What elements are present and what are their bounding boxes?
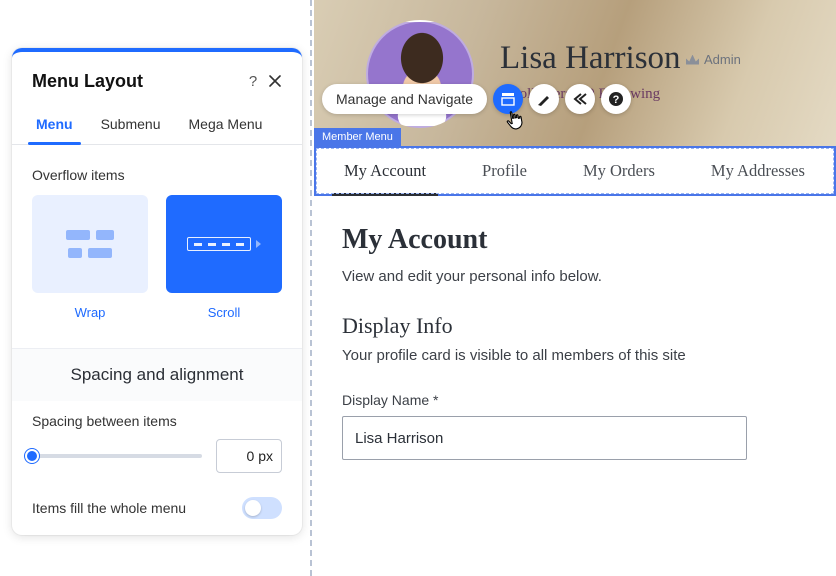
mtab-my-addresses[interactable]: My Addresses xyxy=(683,148,833,194)
section-heading: Display Info xyxy=(342,313,808,339)
page-title: My Account xyxy=(342,224,808,256)
overflow-option-wrap[interactable] xyxy=(32,195,148,293)
account-content: My Account View and edit your personal i… xyxy=(314,196,836,576)
menu-layout-panel: Menu Layout ? Menu Submenu Mega Menu Ove… xyxy=(12,48,302,535)
crown-icon xyxy=(686,55,699,65)
member-menu-tabs[interactable]: My Account Profile My Orders My Addresse… xyxy=(314,146,836,196)
mtab-my-account[interactable]: My Account xyxy=(316,148,454,194)
mtab-profile[interactable]: Profile xyxy=(454,148,555,194)
design-icon[interactable] xyxy=(529,84,559,114)
cursor-icon xyxy=(504,109,526,136)
mtab-my-orders[interactable]: My Orders xyxy=(555,148,683,194)
tab-mega-menu[interactable]: Mega Menu xyxy=(175,106,277,144)
spacing-heading: Spacing and alignment xyxy=(12,348,302,401)
help-icon[interactable]: ? xyxy=(242,73,264,90)
help-round-icon[interactable]: ? xyxy=(601,84,631,114)
spacing-slider[interactable] xyxy=(32,454,202,458)
fill-label: Items fill the whole menu xyxy=(32,500,186,516)
panel-tabs: Menu Submenu Mega Menu xyxy=(12,106,302,145)
spacing-label: Spacing between items xyxy=(32,413,282,429)
overflow-option-scroll-label: Scroll xyxy=(166,305,282,320)
section-sub: Your profile card is visible to all memb… xyxy=(342,347,808,364)
profile-hero: Lisa Harrison Admin 0 Followers 0 Follow… xyxy=(314,0,836,148)
slider-knob[interactable] xyxy=(25,449,39,463)
user-name: Lisa Harrison xyxy=(500,40,681,77)
display-name-label: Display Name * xyxy=(342,392,808,408)
close-icon[interactable] xyxy=(264,70,286,92)
display-name-input[interactable] xyxy=(342,416,747,460)
overflow-label: Overflow items xyxy=(12,145,302,195)
toggle-knob xyxy=(245,500,261,516)
role-badge: Admin xyxy=(686,52,741,67)
tab-submenu[interactable]: Submenu xyxy=(87,106,175,144)
page-intro: View and edit your personal info below. xyxy=(342,268,808,285)
fill-toggle[interactable] xyxy=(242,497,282,519)
toolbar-label[interactable]: Manage and Navigate xyxy=(322,84,487,114)
element-toolbar: Manage and Navigate ? xyxy=(322,84,631,114)
svg-text:?: ? xyxy=(613,94,620,106)
overflow-option-wrap-label: Wrap xyxy=(32,305,148,320)
tab-menu[interactable]: Menu xyxy=(22,106,87,144)
spacing-input[interactable]: 0 px xyxy=(216,439,282,473)
chevron-right-icon xyxy=(256,240,261,248)
panel-title: Menu Layout xyxy=(32,71,242,92)
member-menu-chip: Member Menu xyxy=(314,128,401,146)
panel-preview-divider xyxy=(310,0,312,576)
overflow-option-scroll[interactable] xyxy=(166,195,282,293)
animation-icon[interactable] xyxy=(565,84,595,114)
